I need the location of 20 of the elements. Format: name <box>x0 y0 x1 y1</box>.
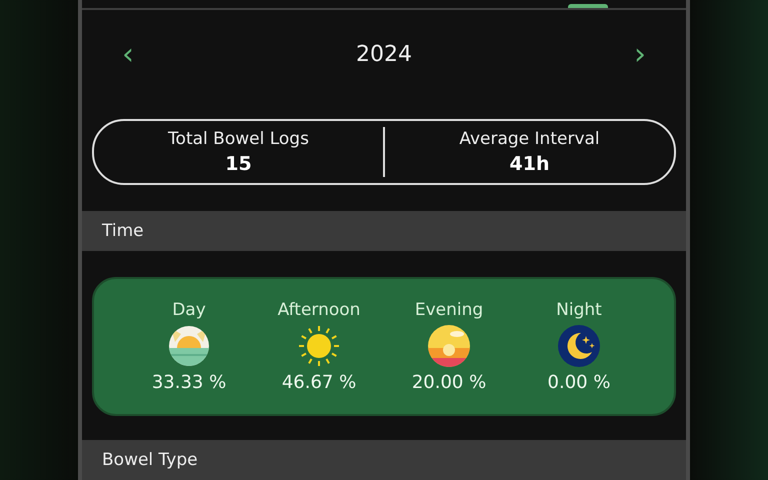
year-title: 2024 <box>356 42 412 68</box>
time-percent: 33.33 % <box>152 372 226 393</box>
time-label: Afternoon <box>278 300 360 320</box>
stat-value: 15 <box>225 153 252 176</box>
sun-icon <box>297 324 341 368</box>
section-title: Bowel Type <box>102 450 198 470</box>
time-label: Night <box>556 300 602 320</box>
previous-year-button[interactable]: ‹ <box>118 40 138 70</box>
tab-indicator <box>568 4 608 8</box>
stat-label: Average Interval <box>459 129 600 150</box>
time-label: Evening <box>414 300 484 320</box>
time-percent: 46.67 % <box>282 372 356 393</box>
moon-icon <box>557 324 601 368</box>
next-year-button[interactable]: › <box>630 40 650 70</box>
time-percent: 20.00 % <box>412 372 486 393</box>
section-title: Time <box>102 220 144 241</box>
time-label: Day <box>172 300 206 320</box>
stat-value: 41h <box>510 153 550 176</box>
time-percent: 0.00 % <box>548 372 610 393</box>
stat-label: Total Bowel Logs <box>168 129 309 150</box>
